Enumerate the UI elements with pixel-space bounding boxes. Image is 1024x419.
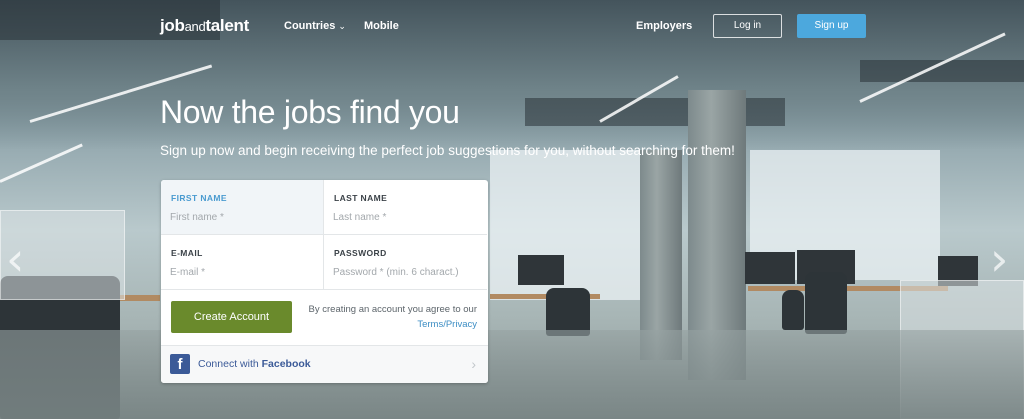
- background-office-photo: [0, 0, 1024, 419]
- password-field[interactable]: PASSWORD: [324, 235, 487, 290]
- login-button[interactable]: Log in: [713, 14, 782, 38]
- nav-countries-dropdown[interactable]: Countries ⌄: [284, 20, 346, 32]
- create-account-button[interactable]: Create Account: [171, 301, 292, 333]
- logo[interactable]: jobandtalent: [160, 16, 249, 36]
- facebook-connect-label: Connect with Facebook: [198, 358, 311, 370]
- email-input[interactable]: [170, 264, 315, 280]
- signup-button[interactable]: Sign up: [797, 14, 866, 38]
- top-navigation: jobandtalent Countries ⌄ Mobile Employers…: [0, 0, 1024, 52]
- first-name-field[interactable]: FIRST NAME: [161, 180, 324, 235]
- last-name-field[interactable]: LAST NAME: [324, 180, 487, 235]
- last-name-input[interactable]: [333, 209, 478, 225]
- facebook-connect-button[interactable]: f Connect with Facebook ›: [161, 345, 488, 383]
- carousel-prev-arrow-icon[interactable]: ‹: [6, 236, 24, 282]
- hero-subtitle: Sign up now and begin receiving the perf…: [160, 143, 735, 158]
- logo-part-and: and: [184, 19, 206, 34]
- terms-privacy-link[interactable]: Terms/Privacy: [417, 319, 477, 330]
- signup-form-card: FIRST NAME LAST NAME E-MAIL PASSWORD Cre…: [161, 180, 488, 383]
- nav-mobile-link[interactable]: Mobile: [364, 20, 399, 32]
- facebook-icon: f: [170, 354, 190, 374]
- chevron-right-icon: ›: [471, 356, 476, 372]
- logo-part-job: job: [160, 16, 185, 35]
- first-name-label: FIRST NAME: [171, 193, 227, 203]
- last-name-label: LAST NAME: [334, 193, 388, 203]
- carousel-next-arrow-icon[interactable]: ›: [990, 236, 1008, 282]
- hero-title: Now the jobs find you: [160, 94, 460, 130]
- facebook-connect-prefix: Connect with: [198, 358, 259, 370]
- terms-notice: By creating an account you agree to our …: [301, 302, 477, 332]
- email-label: E-MAIL: [171, 248, 203, 258]
- chevron-down-icon: ⌄: [338, 21, 346, 31]
- first-name-input[interactable]: [170, 209, 315, 225]
- email-field[interactable]: E-MAIL: [161, 235, 324, 290]
- logo-part-talent: talent: [205, 16, 249, 35]
- nav-employers-link[interactable]: Employers: [636, 20, 692, 32]
- nav-countries-label: Countries: [284, 20, 336, 32]
- password-input[interactable]: [333, 264, 478, 280]
- facebook-brand-name: Facebook: [261, 358, 311, 370]
- terms-text: By creating an account you agree to our: [308, 304, 477, 315]
- password-label: PASSWORD: [334, 248, 387, 258]
